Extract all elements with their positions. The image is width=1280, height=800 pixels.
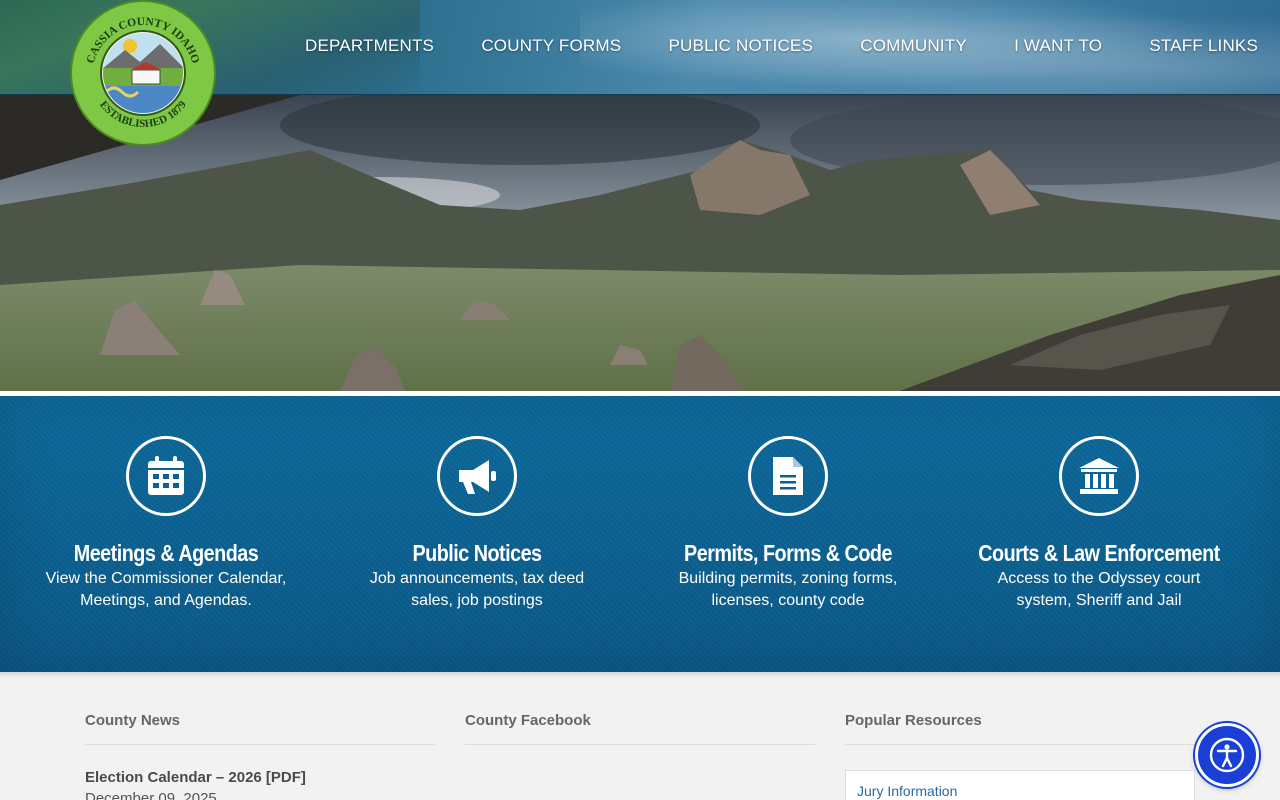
quicklink-title: Meetings & Agendas	[73, 540, 259, 566]
courthouse-icon	[1059, 436, 1139, 516]
document-icon	[748, 436, 828, 516]
resources-list: Jury Information	[845, 770, 1195, 800]
calendar-icon	[126, 436, 206, 516]
megaphone-icon	[437, 436, 517, 516]
county-facebook-section: County Facebook	[465, 712, 815, 745]
section-heading: County News	[85, 712, 435, 745]
nav-departments[interactable]: DEPARTMENTS	[305, 36, 434, 56]
section-heading: Popular Resources	[845, 712, 1195, 745]
county-news-section: County News Election Calendar – 2026 [PD…	[85, 712, 435, 800]
county-seal-logo[interactable]: CASSIA COUNTY IDAHO ESTABLISHED 1879	[70, 0, 216, 146]
quicklink-permits-forms-code[interactable]: Permits, Forms & Code Building permits, …	[628, 396, 948, 672]
quicklink-meetings-agendas[interactable]: Meetings & Agendas View the Commissioner…	[6, 396, 326, 672]
quicklink-title: Courts & Law Enforcement	[978, 540, 1220, 566]
popular-resources-section: Popular Resources Jury Information	[845, 712, 1195, 800]
main-nav: DEPARTMENTS COUNTY FORMS PUBLIC NOTICES …	[305, 36, 1258, 56]
resource-link-jury-information[interactable]: Jury Information	[857, 783, 957, 799]
nav-community[interactable]: COMMUNITY	[860, 36, 967, 56]
news-item-link[interactable]: Election Calendar – 2026 [PDF]	[85, 769, 435, 786]
nav-staff-links[interactable]: STAFF LINKS	[1149, 36, 1258, 56]
nav-i-want-to[interactable]: I WANT TO	[1014, 36, 1102, 56]
quicklink-desc: Building permits, zoning forms, licenses…	[678, 570, 898, 609]
quicklink-title: Permits, Forms & Code	[684, 540, 892, 566]
quicklink-desc: Access to the Odyssey court system, Sher…	[997, 570, 1201, 609]
quicklink-desc: Job announcements, tax deed sales, job p…	[369, 570, 585, 609]
nav-public-notices[interactable]: PUBLIC NOTICES	[669, 36, 814, 56]
quicklink-desc: View the Commissioner Calendar, Meetings…	[45, 570, 287, 609]
quicklink-courts-law-enforcement[interactable]: Courts & Law Enforcement Access to the O…	[939, 396, 1259, 672]
content-columns: County News Election Calendar – 2026 [PD…	[0, 678, 1280, 800]
quicklink-title: Public Notices	[412, 540, 542, 566]
section-heading: County Facebook	[465, 712, 815, 745]
news-item-date: December 09, 2025	[85, 790, 217, 800]
nav-county-forms[interactable]: COUNTY FORMS	[481, 36, 621, 56]
accessibility-button[interactable]	[1195, 723, 1259, 787]
quicklink-public-notices[interactable]: Public Notices Job announcements, tax de…	[317, 396, 637, 672]
accessibility-icon	[1209, 737, 1245, 773]
quick-links-band: Meetings & Agendas View the Commissioner…	[0, 396, 1280, 672]
